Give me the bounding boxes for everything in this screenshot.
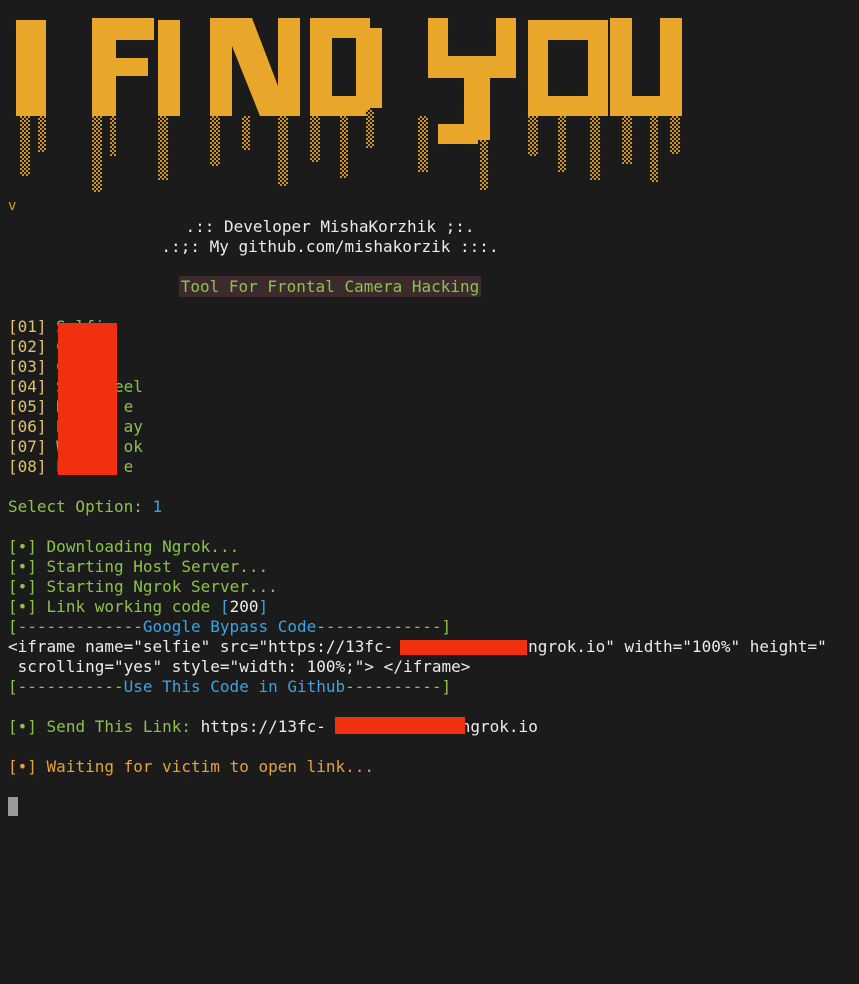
send-url-redaction xyxy=(335,717,465,734)
divider: [------------- xyxy=(8,617,143,636)
bullet-icon: [•] xyxy=(8,557,37,576)
menu-item-num: [08] xyxy=(8,457,47,476)
bullet-icon: [•] xyxy=(8,577,37,596)
menu-item-num: [01] xyxy=(8,317,47,336)
menu-item-num: [03] xyxy=(8,357,47,376)
tagline-text: Tool For Frontal Camera Hacking xyxy=(178,276,482,297)
github-credit: .:;: My github.com/mishakorzik :::. xyxy=(161,237,499,256)
menu-item-num: [06] xyxy=(8,417,47,436)
prompt-value[interactable]: 1 xyxy=(153,497,163,516)
status-bracket: [ xyxy=(219,597,230,616)
ascii-banner xyxy=(16,18,682,192)
waiting-line: [•] Waiting for victim to open link... xyxy=(8,757,374,777)
bullet-icon: [•] xyxy=(8,597,37,616)
banner-drips xyxy=(20,110,680,192)
menu-redaction xyxy=(58,323,117,475)
send-label: Send This Link: xyxy=(46,717,201,736)
divider: [----------- xyxy=(8,677,124,696)
url-redaction xyxy=(400,640,527,655)
menu-item-num: [04] xyxy=(8,377,47,396)
prompt-label: Select Option: xyxy=(8,497,153,516)
menu-item-num: [07] xyxy=(8,437,47,456)
select-prompt: Select Option: 1 xyxy=(8,497,162,517)
log-text: Link working code xyxy=(46,597,220,616)
menu-item-num: [05] xyxy=(8,397,47,416)
menu-item-num: [02] xyxy=(8,337,47,356)
bypass-title: Google Bypass Code xyxy=(142,617,317,636)
divider: -------------] xyxy=(316,617,452,636)
log-line: [•] Starting Host Server... xyxy=(8,557,268,577)
bypass-footer: [-----------Use This Code in Github-----… xyxy=(8,677,451,697)
waiting-text: Waiting for victim to open link... xyxy=(46,757,375,776)
log-line: [•] Downloading Ngrok... xyxy=(8,537,239,557)
bullet-icon: [•] xyxy=(8,757,37,776)
log-line: [•] Starting Ngrok Server... xyxy=(8,577,278,597)
log-text: Starting Ngrok Server... xyxy=(46,577,278,596)
log-text: Starting Host Server... xyxy=(46,557,269,576)
divider: ----------] xyxy=(345,677,452,696)
tagline: Tool For Frontal Camera Hacking xyxy=(0,276,660,297)
iframe-code-line[interactable]: scrolling="yes" style="width: 100%;"> </… xyxy=(8,657,471,677)
banner-marker: v xyxy=(8,198,17,214)
terminal-cursor[interactable] xyxy=(8,797,18,816)
status-bracket: ] xyxy=(258,597,269,616)
developer-credit: .:: Developer MishaKorzhik ;:. xyxy=(185,217,475,236)
bullet-icon: [•] xyxy=(8,537,37,556)
bypass-header: [-------------Google Bypass Code--------… xyxy=(8,617,451,637)
github-hint: Use This Code in Github xyxy=(123,677,346,696)
log-text: Downloading Ngrok... xyxy=(46,537,240,556)
log-line: [•] Link working code [200] xyxy=(8,597,268,617)
status-code: 200 xyxy=(229,597,259,616)
bullet-icon: [•] xyxy=(8,717,37,736)
